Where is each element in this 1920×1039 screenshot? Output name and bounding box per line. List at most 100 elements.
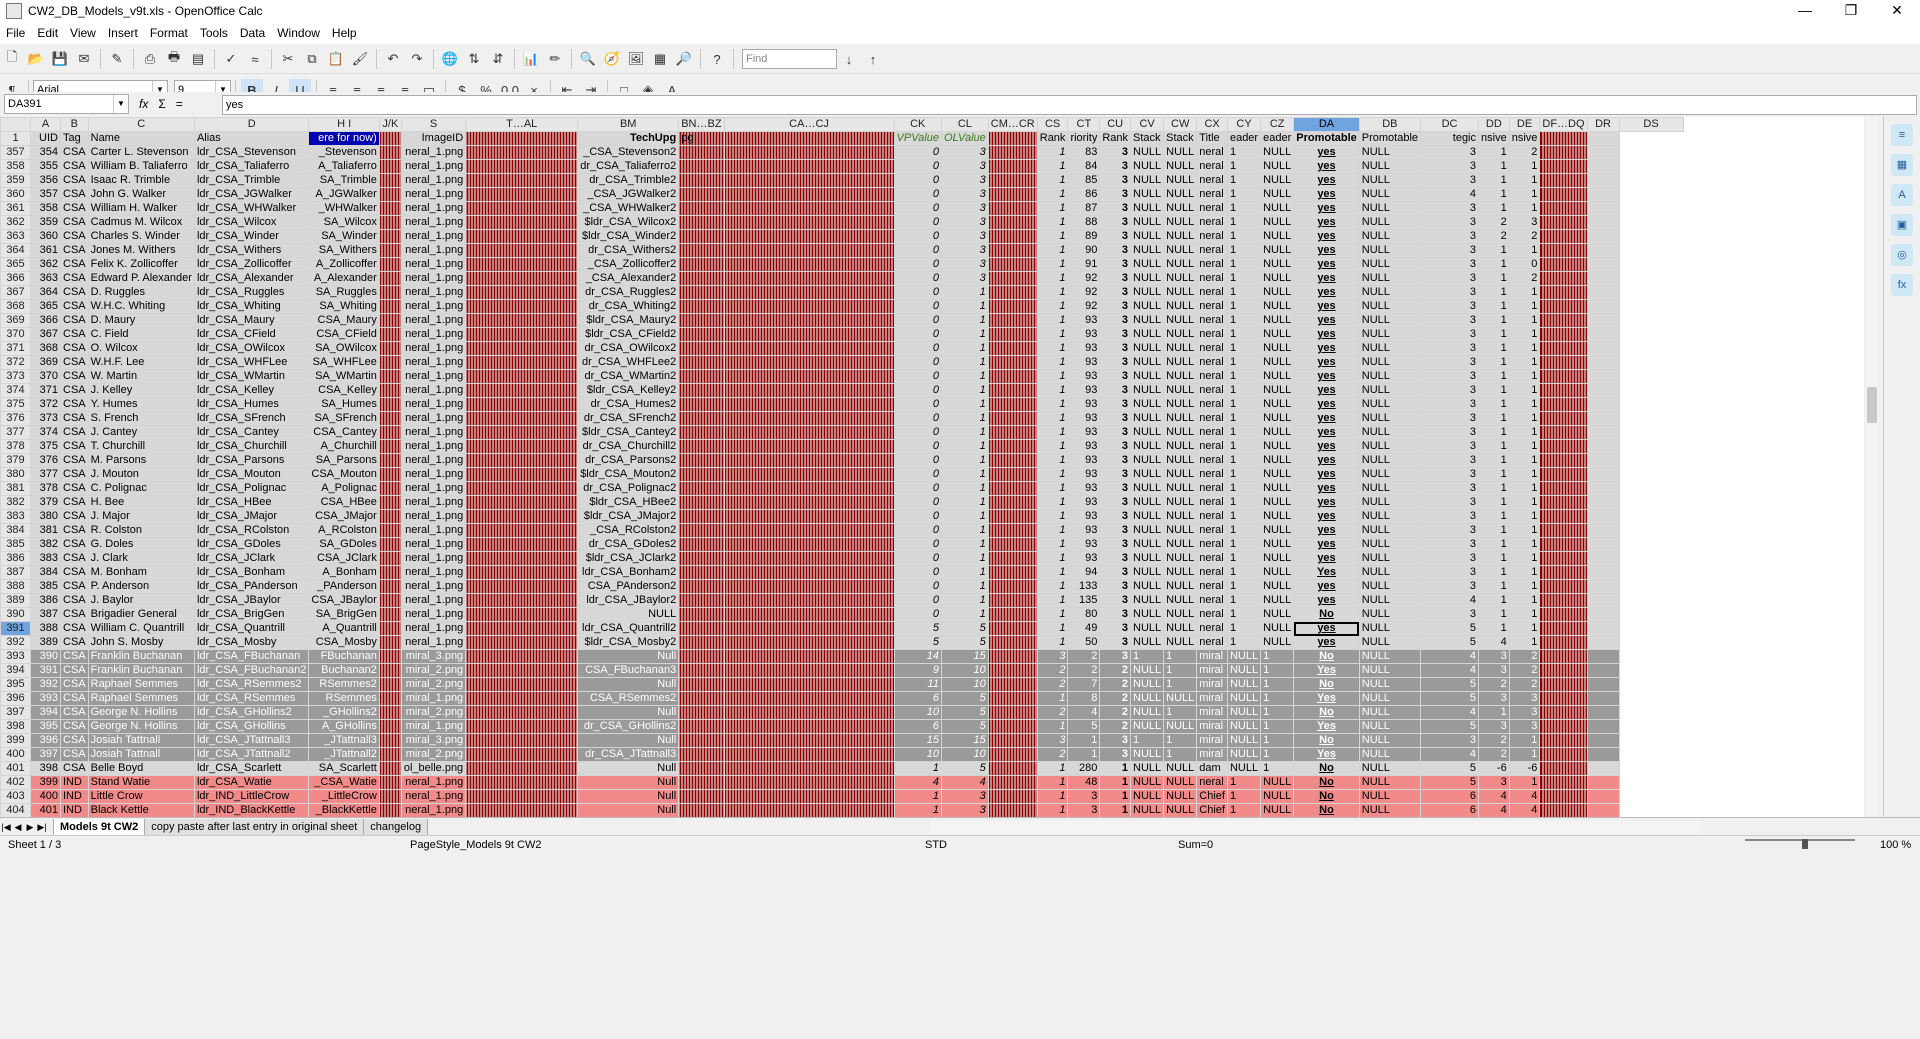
cell[interactable]: 1	[940, 397, 989, 412]
cell[interactable]: ldr_CSA_Bonham2	[577, 565, 680, 580]
cell[interactable]	[465, 803, 579, 817]
cell[interactable]: 386	[30, 593, 61, 608]
cell[interactable]: 3	[1099, 537, 1132, 552]
cell[interactable]: neral_1.png	[400, 313, 467, 328]
cell[interactable]: 3	[1099, 257, 1132, 272]
cell[interactable]	[987, 411, 1038, 426]
cell[interactable]: 1	[1260, 691, 1295, 706]
cell[interactable]	[723, 285, 895, 300]
row-header[interactable]: 376	[0, 411, 31, 426]
cell[interactable]: 1	[1036, 341, 1069, 356]
cell[interactable]: 3	[1420, 145, 1480, 160]
cell[interactable]: 1	[1508, 495, 1541, 510]
cell[interactable]	[723, 635, 895, 650]
cell[interactable]: neral_1.png	[400, 369, 467, 384]
cell[interactable]	[723, 257, 895, 272]
cell[interactable]: 3	[1099, 481, 1132, 496]
cell[interactable]: neral	[1196, 355, 1228, 370]
cell[interactable]: neral_1.png	[400, 299, 467, 314]
cell[interactable]: 1	[1508, 733, 1541, 748]
cell[interactable]: 1	[1036, 495, 1069, 510]
column-header[interactable]: S	[400, 117, 467, 132]
cell[interactable]: 1	[1226, 145, 1262, 160]
cell[interactable]	[678, 285, 725, 300]
cell[interactable]: dr_CSA_Whiting2	[577, 299, 680, 314]
cell[interactable]: 1	[1478, 173, 1510, 188]
cell[interactable]: neral	[1196, 187, 1228, 202]
cell[interactable]: 1	[1508, 565, 1541, 580]
cell[interactable]: 4	[1420, 649, 1480, 664]
cell[interactable]: 86	[1067, 187, 1101, 202]
cell[interactable]: ldr_CSA_Parsons	[193, 453, 310, 468]
cell[interactable]	[1539, 663, 1588, 678]
cell[interactable]	[987, 285, 1038, 300]
cell[interactable]: neral_1.png	[400, 803, 467, 817]
cell[interactable]: ldr_CSA_Maury	[193, 313, 310, 328]
cell[interactable]	[465, 537, 579, 552]
cell[interactable]	[678, 159, 725, 174]
cell[interactable]: 1	[1036, 355, 1069, 370]
cell[interactable]	[1539, 341, 1588, 356]
cell[interactable]: NULL	[1260, 215, 1295, 230]
cell[interactable]: NULL	[1163, 551, 1198, 566]
cell[interactable]: 0	[893, 313, 942, 328]
row-header[interactable]: 399	[0, 733, 31, 748]
cell[interactable]: yes	[1293, 481, 1360, 496]
cell[interactable]: 0	[893, 509, 942, 524]
cell[interactable]	[1539, 593, 1588, 608]
cell[interactable]: 401	[30, 803, 61, 817]
cell[interactable]: _GHollins2	[308, 705, 380, 720]
cell[interactable]: dr_CSA_WHFLee2	[577, 355, 680, 370]
cell[interactable]: 0	[893, 341, 942, 356]
cell[interactable]	[678, 411, 725, 426]
cell[interactable]	[378, 789, 402, 804]
cell[interactable]: 1	[1478, 397, 1510, 412]
cell[interactable]: -6	[1508, 761, 1541, 776]
cell[interactable]: 87	[1067, 201, 1101, 216]
cell[interactable]: 5	[1420, 719, 1480, 734]
cell[interactable]	[678, 523, 725, 538]
cell[interactable]: 2	[1036, 663, 1069, 678]
cell[interactable]	[678, 705, 725, 720]
cell[interactable]: Jones M. Withers	[87, 243, 195, 258]
cell[interactable]: NULL	[1226, 747, 1262, 762]
cell[interactable]: CSA_PAnderson2	[577, 579, 680, 594]
cell[interactable]: ldr_CSA_JTattnall2	[193, 747, 310, 762]
cell[interactable]: 1	[940, 439, 989, 454]
cell[interactable]: William B. Taliaferro	[87, 159, 195, 174]
cell[interactable]: NULL	[1358, 593, 1422, 608]
cell[interactable]	[378, 369, 402, 384]
cell[interactable]: 1	[1478, 439, 1510, 454]
cell[interactable]: 398	[30, 761, 61, 776]
cell[interactable]	[1539, 649, 1588, 664]
cell[interactable]: John S. Mosby	[87, 635, 195, 650]
cell[interactable]: 1	[1226, 159, 1262, 174]
cell[interactable]: 1	[1508, 537, 1541, 552]
cell[interactable]: W.H.C. Whiting	[87, 299, 195, 314]
cell[interactable]: 3	[1508, 705, 1541, 720]
menu-help[interactable]: Help	[326, 26, 363, 40]
cell[interactable]: 92	[1067, 299, 1101, 314]
cell[interactable]: CSA	[60, 523, 89, 538]
column-header[interactable]: CX	[1196, 117, 1228, 132]
cell[interactable]	[378, 145, 402, 160]
cell[interactable]	[723, 411, 895, 426]
cell[interactable]: neral	[1196, 439, 1228, 454]
cell[interactable]: CSA	[60, 257, 89, 272]
cell[interactable]: 1	[893, 761, 942, 776]
cell[interactable]: No	[1293, 789, 1360, 804]
cell[interactable]: neral	[1196, 453, 1228, 468]
cell[interactable]: 0	[893, 579, 942, 594]
column-header[interactable]: CU	[1099, 117, 1132, 132]
cell[interactable]: yes	[1293, 159, 1360, 174]
cell[interactable]	[378, 593, 402, 608]
cell[interactable]: 3	[1420, 285, 1480, 300]
cell[interactable]: 3	[1420, 523, 1480, 538]
cell[interactable]	[378, 677, 402, 692]
cell[interactable]: NULL	[1163, 411, 1198, 426]
cell[interactable]: 93	[1067, 523, 1101, 538]
cell[interactable]: dr_CSA_WMartin2	[577, 369, 680, 384]
cell[interactable]: 357	[30, 187, 61, 202]
cell[interactable]	[465, 579, 579, 594]
cell[interactable]	[723, 341, 895, 356]
